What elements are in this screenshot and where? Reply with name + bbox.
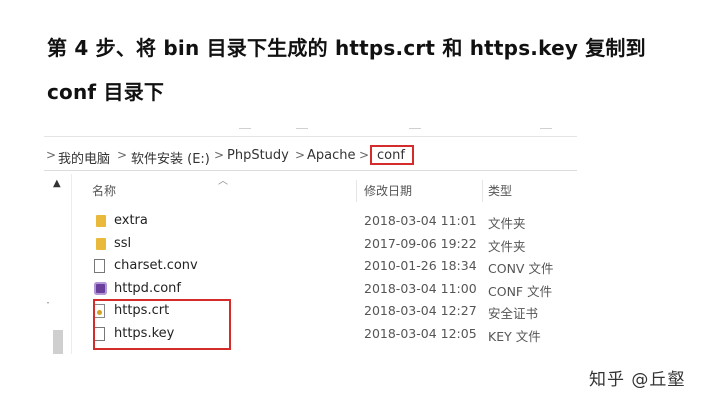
file-type: 文件夹 (488, 238, 526, 254)
file-type: 安全证书 (488, 306, 539, 321)
breadcrumb-separator: > (214, 148, 225, 162)
column-header-modified[interactable]: 修改日期 (364, 182, 412, 199)
file-type: CONV 文件 (488, 261, 554, 276)
breadcrumb-separator: > (359, 148, 370, 162)
scroll-up-icon[interactable]: ▲ (53, 178, 61, 189)
scrollbar-thumb[interactable] (53, 330, 63, 354)
file-name: extra (114, 213, 148, 228)
breadcrumb-conf[interactable]: conf (377, 148, 405, 163)
file-modified: 2010-01-26 18:34 (364, 258, 477, 273)
column-divider[interactable] (482, 180, 483, 202)
breadcrumb-current-highlight: conf (370, 145, 414, 165)
file-type: 文件夹 (488, 216, 526, 231)
breadcrumb-separator: > (46, 148, 57, 162)
file-name: httpd.conf (114, 280, 181, 296)
file-row-charset-conv[interactable]: charset.conv 2010-01-26 18:34 CONV 文件 (88, 255, 577, 278)
step-heading-line-2: conf 目录下 (47, 80, 165, 104)
address-divider (44, 170, 577, 171)
file-name: charset.conv (114, 258, 198, 273)
document-icon (94, 259, 105, 273)
navigation-pane: ▲ ᛫ (44, 174, 72, 354)
highlight-box-https-files (93, 299, 231, 350)
file-modified: 2018-03-04 12:05 (364, 325, 477, 341)
config-file-icon (94, 281, 107, 295)
file-type: CONF 文件 (488, 283, 553, 299)
column-header-row: 名称 ︿ 修改日期 类型 (88, 176, 577, 202)
folder-icon (96, 237, 106, 250)
file-row-httpd-conf[interactable]: httpd.conf 2018-03-04 11:00 CONF 文件 (88, 278, 577, 301)
breadcrumb-apache[interactable]: Apache (307, 148, 356, 163)
sort-ascending-icon: ︿ (218, 176, 228, 187)
breadcrumb-drive-e[interactable]: 软件安装 (E:) (131, 148, 210, 167)
folder-icon (96, 215, 106, 227)
nav-marker: ᛫ (45, 299, 51, 310)
step-heading-line-1: 第 4 步、将 bin 目录下生成的 https.crt 和 https.key… (47, 36, 646, 60)
file-name: ssl (114, 235, 132, 251)
watermark: 知乎 @丘壑 (589, 370, 686, 390)
address-bar[interactable]: > 我的电脑 > 软件安装 (E:) > PhpStudy > Apache >… (44, 144, 577, 168)
file-row-extra[interactable]: extra 2018-03-04 11:01 文件夹 (88, 210, 577, 233)
file-type: KEY 文件 (488, 328, 541, 344)
column-header-name[interactable]: 名称 (92, 182, 116, 199)
breadcrumb-my-computer[interactable]: 我的电脑 (58, 148, 110, 167)
toolbar-strip (44, 126, 577, 137)
breadcrumb-separator: > (117, 148, 128, 162)
file-modified: 2018-03-04 11:01 (364, 213, 477, 228)
file-modified: 2018-03-04 11:00 (364, 280, 477, 296)
column-header-type[interactable]: 类型 (488, 182, 512, 199)
file-row-ssl[interactable]: ssl 2017-09-06 19:22 文件夹 (88, 233, 577, 256)
breadcrumb-separator: > (295, 148, 306, 162)
breadcrumb-phpstudy[interactable]: PhpStudy (227, 148, 289, 163)
file-modified: 2017-09-06 19:22 (364, 235, 477, 251)
column-divider[interactable] (356, 180, 357, 202)
file-modified: 2018-03-04 12:27 (364, 303, 477, 318)
